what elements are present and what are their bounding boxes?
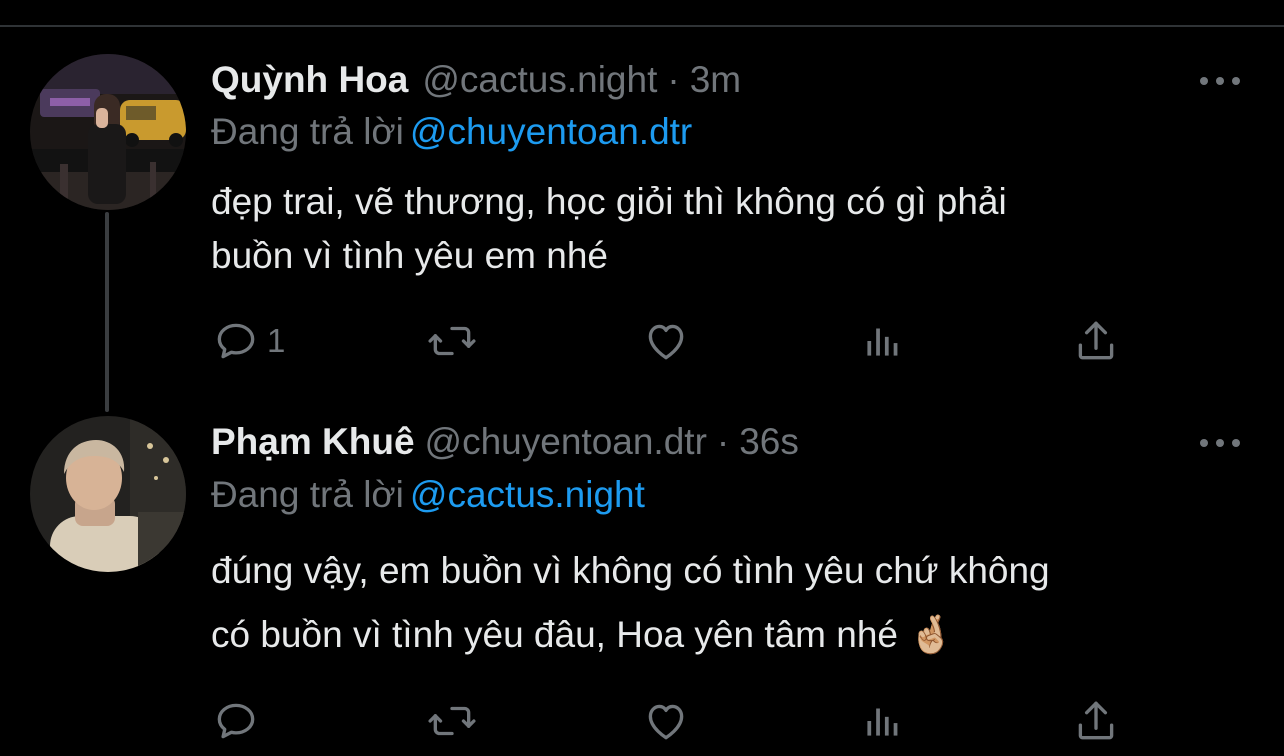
tweet[interactable]: Phạm Khuê @chuyentoan.dtr · 36s Đang trả lờ…: [0, 392, 1284, 756]
tweet-text-line: đúng vậy, em buồn vì không có tình yêu c…: [211, 550, 1050, 591]
display-name[interactable]: Phạm Khuê: [211, 421, 415, 462]
avatar[interactable]: [30, 416, 186, 572]
speech-bubble-icon: [217, 703, 255, 739]
reply-button[interactable]: 1: [211, 316, 285, 366]
heart-icon: [648, 324, 684, 360]
tweet-actions: [211, 696, 1131, 746]
more-dots-icon: [1232, 77, 1240, 85]
tweet-actions: 1: [211, 316, 1131, 366]
tweet-text-line: buồn vì tình yêu em nhé: [211, 235, 608, 276]
mention-link[interactable]: @chuyentoan.dtr: [410, 111, 692, 152]
tweet-header: Quỳnh Hoa @cactus.night · 3m: [211, 55, 741, 105]
more-dots-icon: [1200, 77, 1208, 85]
bar-chart-icon: [867, 708, 898, 736]
tweet-text-line: đẹp trai, vẽ thương, học giỏi thì không …: [211, 181, 1007, 222]
speech-bubble-icon: [217, 323, 255, 359]
heart-icon: [648, 704, 684, 740]
tweet-header: Phạm Khuê @chuyentoan.dtr · 36s: [211, 417, 799, 467]
separator-dot: ·: [667, 59, 680, 100]
share-button[interactable]: [1071, 696, 1121, 746]
views-button[interactable]: [857, 696, 907, 746]
like-button[interactable]: [641, 696, 691, 746]
replying-to-label: Đang trả lời: [211, 474, 404, 515]
mention-link[interactable]: @cactus.night: [410, 474, 645, 515]
more-dots-icon: [1200, 439, 1208, 447]
user-handle[interactable]: @cactus.night: [422, 59, 657, 100]
retweet-button[interactable]: [427, 316, 477, 366]
display-name[interactable]: Quỳnh Hoa: [211, 59, 408, 100]
tweet[interactable]: Quỳnh Hoa @cactus.night · 3m Đang trả lời @c…: [0, 0, 1284, 392]
reply-button[interactable]: [211, 696, 267, 746]
avatar-photo: [30, 416, 186, 572]
timestamp[interactable]: 3m: [690, 59, 741, 100]
more-dots-icon: [1216, 77, 1224, 85]
tweet-text: đúng vậy, em buồn vì không có tình yêu c…: [211, 539, 1251, 667]
timestamp[interactable]: 36s: [739, 421, 799, 462]
share-upload-icon: [1078, 321, 1114, 360]
avatar[interactable]: [30, 54, 186, 210]
share-button[interactable]: [1071, 316, 1121, 366]
more-options-button[interactable]: [1200, 69, 1240, 93]
replying-to-label: Đang trả lời: [211, 111, 404, 152]
more-dots-icon: [1216, 439, 1224, 447]
separator-dot: ·: [716, 421, 730, 462]
tweet-text: đẹp trai, vẽ thương, học giỏi thì không …: [211, 175, 1251, 283]
more-options-button[interactable]: [1200, 431, 1240, 455]
retweet-icon: [428, 706, 476, 736]
avatar-photo: [30, 54, 186, 210]
share-upload-icon: [1078, 701, 1114, 740]
views-button[interactable]: [857, 316, 907, 366]
more-dots-icon: [1232, 439, 1240, 447]
user-handle[interactable]: @chuyentoan.dtr: [425, 421, 707, 462]
like-button[interactable]: [641, 316, 691, 366]
retweet-icon: [428, 326, 476, 356]
tweet-text-line: có buồn vì tình yêu đâu, Hoa yên tâm nhé…: [211, 614, 955, 655]
replying-to: Đang trả lời @chuyentoan.dtr: [211, 107, 692, 157]
reply-count: 1: [267, 322, 286, 359]
retweet-button[interactable]: [427, 696, 477, 746]
bar-chart-icon: [867, 328, 898, 356]
replying-to: Đang trả lời @cactus.night: [211, 470, 645, 520]
